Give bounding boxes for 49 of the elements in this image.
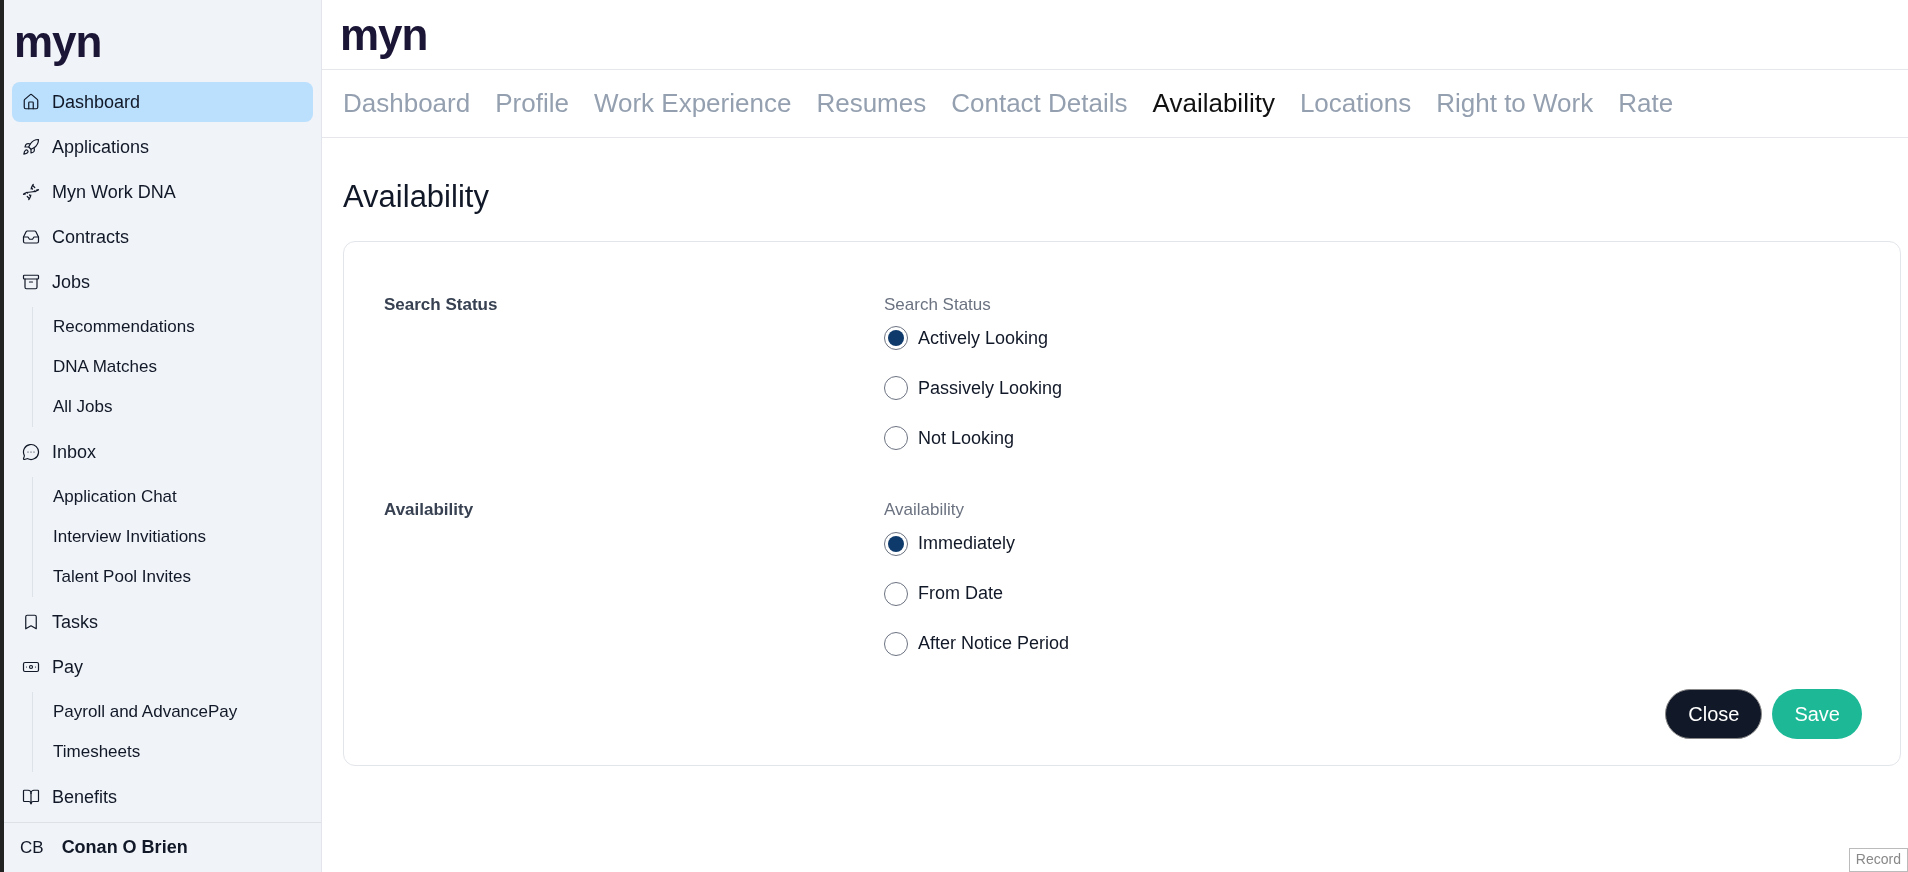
sidebar-item[interactable]: Benefits bbox=[12, 777, 313, 817]
sidebar-subitem[interactable]: Recommendations bbox=[53, 307, 313, 347]
sidebar-item[interactable]: Dashboard bbox=[12, 82, 313, 122]
sidebar-item[interactable]: Pay bbox=[12, 647, 313, 687]
radio-button[interactable] bbox=[884, 326, 908, 350]
page-title: Availability bbox=[342, 178, 490, 216]
sidebar-subitem[interactable]: Application Chat bbox=[53, 477, 313, 517]
sidebar-item[interactable]: Myn Work DNA bbox=[12, 172, 313, 212]
chat-bubble-icon bbox=[22, 443, 40, 461]
tab[interactable]: Availability bbox=[1152, 84, 1275, 123]
radio-button[interactable] bbox=[884, 581, 908, 606]
sidebar-subitem[interactable]: Timesheets bbox=[53, 732, 313, 772]
radio-button[interactable] bbox=[884, 426, 908, 450]
sidebar-item[interactable]: Contracts bbox=[12, 217, 313, 257]
section-label: Search Status bbox=[384, 293, 499, 316]
user-initials: CB bbox=[20, 836, 44, 859]
radio-option[interactable]: From Date bbox=[884, 568, 1070, 619]
dna-icon bbox=[22, 183, 40, 201]
field-label: Search Status bbox=[884, 293, 992, 316]
user-name[interactable]: Conan O Brien bbox=[61, 834, 188, 861]
rocket-icon bbox=[22, 138, 40, 156]
sidebar-item[interactable]: Tasks bbox=[12, 602, 313, 642]
sidebar-subitem[interactable]: DNA Matches bbox=[53, 347, 313, 387]
field-label: Availability bbox=[884, 499, 965, 521]
sidebar-item[interactable]: Inbox bbox=[12, 432, 313, 472]
logo[interactable]: myn bbox=[14, 17, 102, 66]
radio-option[interactable]: Not Looking bbox=[884, 413, 1063, 463]
sidebar-subitem[interactable]: All Jobs bbox=[53, 387, 313, 427]
tray-icon bbox=[22, 228, 40, 246]
box-icon bbox=[22, 273, 40, 291]
book-icon bbox=[22, 788, 40, 806]
radio-option[interactable]: Passively Looking bbox=[884, 363, 1063, 413]
radio-button[interactable] bbox=[884, 631, 908, 656]
radio-option[interactable]: Actively Looking bbox=[884, 313, 1063, 363]
logo[interactable]: myn bbox=[340, 12, 428, 57]
bookmark-icon bbox=[22, 613, 40, 631]
close-button[interactable]: Close bbox=[1665, 688, 1763, 739]
record-tab[interactable]: Record bbox=[1848, 848, 1908, 872]
radio-button[interactable] bbox=[884, 531, 908, 556]
radio-option[interactable]: After Notice Period bbox=[884, 618, 1070, 669]
radio-option[interactable]: Immediately bbox=[884, 518, 1070, 569]
sidebar-subitem[interactable]: Interview Invitiations bbox=[53, 517, 313, 557]
sidebar-item[interactable]: Applications bbox=[12, 127, 313, 167]
sidebar-item[interactable]: Jobs bbox=[12, 262, 313, 302]
section-label: Availability bbox=[384, 499, 475, 521]
sidebar-subitem[interactable]: Payroll and AdvancePay bbox=[53, 692, 313, 732]
sidebar-subitem[interactable]: Talent Pool Invites bbox=[53, 557, 313, 597]
home-icon bbox=[22, 93, 40, 111]
radio-button[interactable] bbox=[884, 376, 908, 400]
